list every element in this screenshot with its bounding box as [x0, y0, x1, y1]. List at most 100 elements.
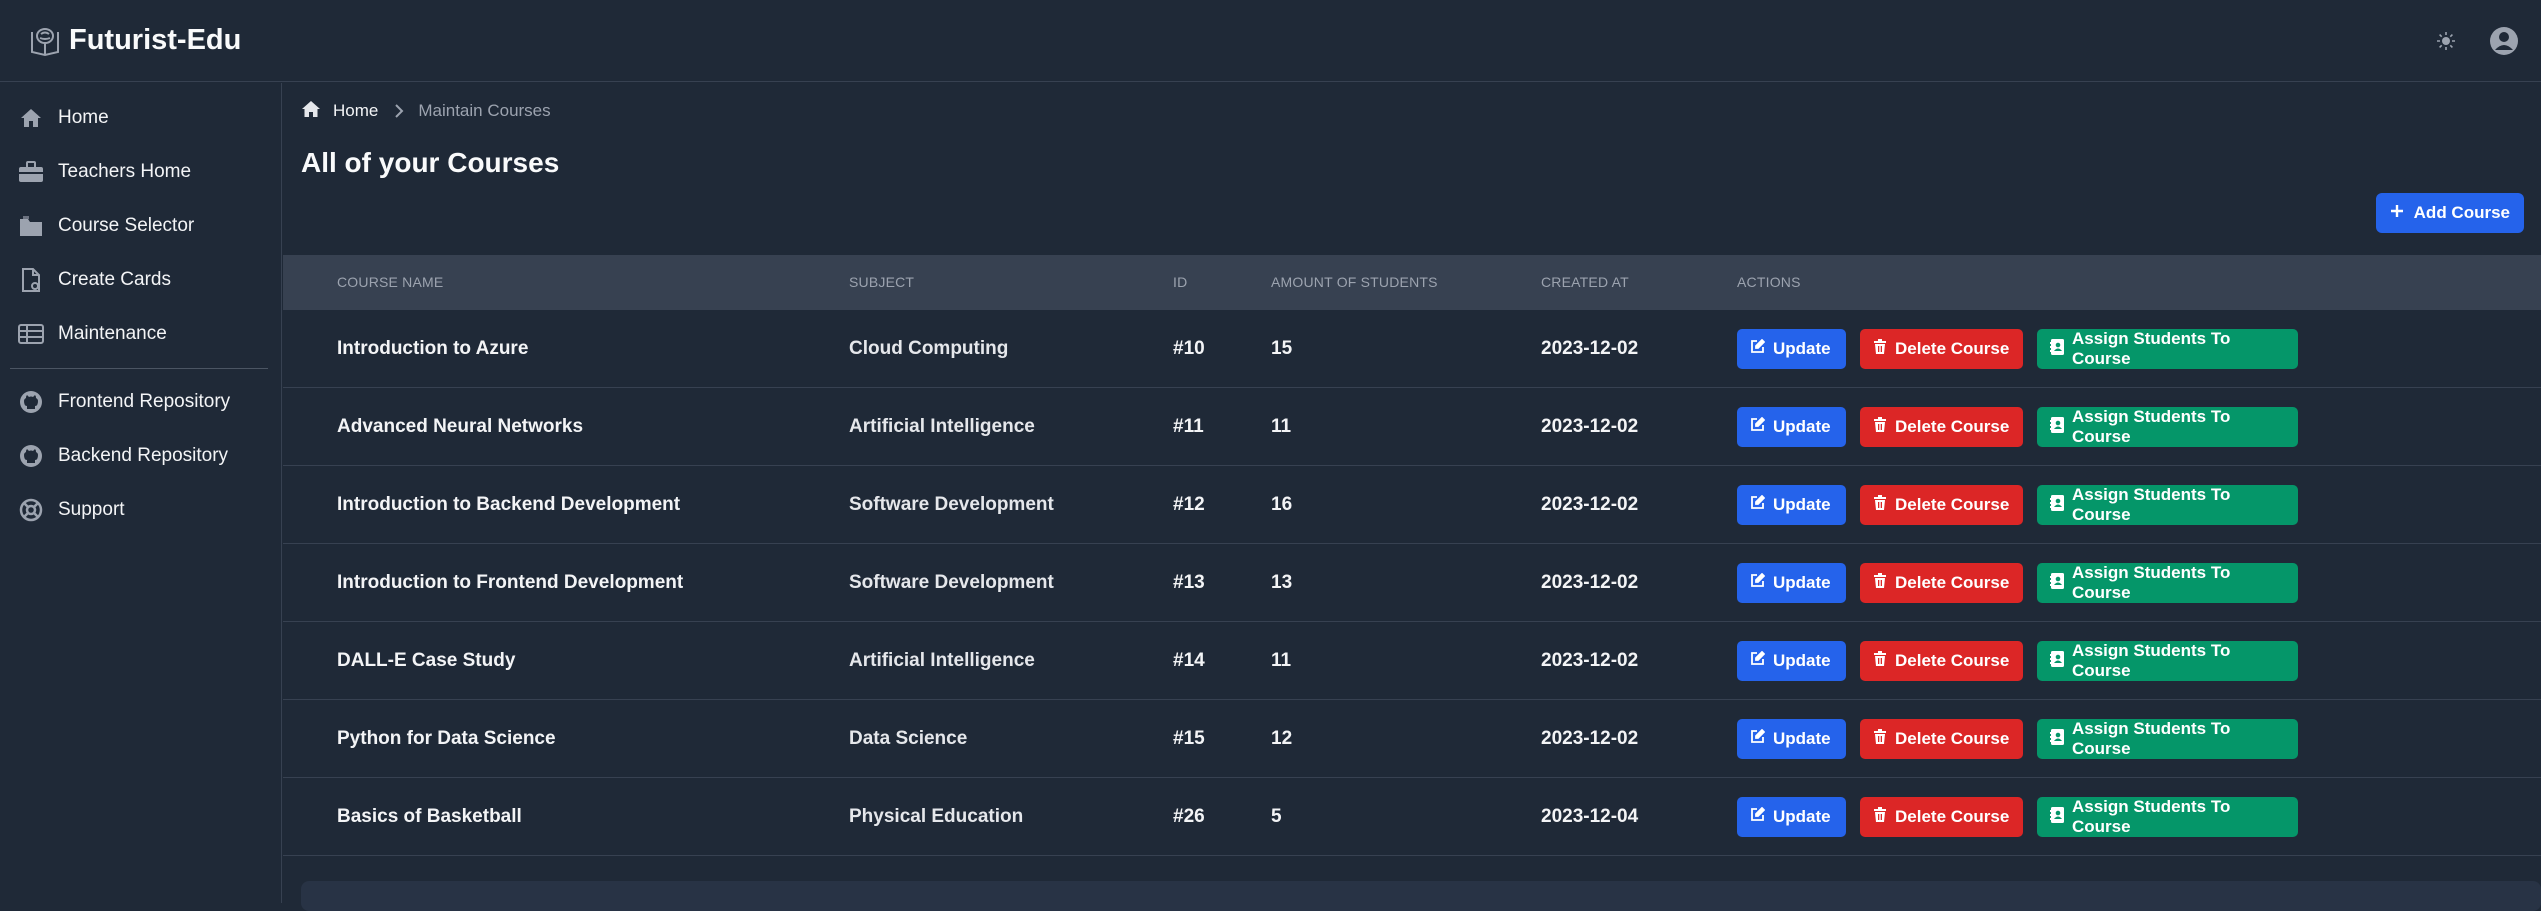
- subject-cell: Artificial Intelligence: [849, 416, 1035, 437]
- students-cell: 11: [1271, 416, 1292, 437]
- assign-students-button[interactable]: Assign Students To Course: [2037, 407, 2298, 447]
- edit-icon: [1750, 416, 1766, 437]
- assign-label: Assign Students To Course: [2072, 719, 2231, 758]
- created-at-cell: 2023-12-02: [1541, 338, 1639, 359]
- update-button[interactable]: Update: [1737, 407, 1846, 447]
- delete-course-button[interactable]: Delete Course: [1860, 641, 2023, 681]
- brain-book-icon: [27, 23, 63, 59]
- plus-icon: [2390, 203, 2404, 223]
- id-cell: #10: [1173, 338, 1205, 359]
- table-row: Introduction to Backend Development Soft…: [283, 466, 2541, 544]
- update-button[interactable]: Update: [1737, 563, 1846, 603]
- id-cell: #14: [1173, 650, 1205, 671]
- course-name-cell: Introduction to Frontend Development: [337, 572, 684, 593]
- assign-label: Assign Students To Course: [2072, 641, 2231, 680]
- assign-label: Assign Students To Course: [2072, 797, 2231, 836]
- brand[interactable]: Futurist-Edu: [27, 23, 241, 59]
- sidebar-item-course-selector[interactable]: Course Selector: [0, 201, 282, 251]
- contact-book-icon: [2050, 416, 2064, 438]
- assign-label: Assign Students To Course: [2072, 329, 2231, 368]
- assign-students-button[interactable]: Assign Students To Course: [2037, 719, 2298, 759]
- assign-students-button[interactable]: Assign Students To Course: [2037, 485, 2298, 525]
- column-header-created-at: Created At: [1541, 274, 1629, 290]
- delete-course-button[interactable]: Delete Course: [1860, 407, 2023, 447]
- update-label: Update: [1773, 651, 1831, 670]
- delete-course-button[interactable]: Delete Course: [1860, 563, 2023, 603]
- update-button[interactable]: Update: [1737, 485, 1846, 525]
- delete-course-button[interactable]: Delete Course: [1860, 329, 2023, 369]
- created-at-cell: 2023-12-02: [1541, 416, 1639, 437]
- app-name: Futurist-Edu: [69, 24, 242, 56]
- sidebar-item-frontend-repository[interactable]: Frontend Repository: [0, 377, 282, 427]
- subject-cell: Software Development: [849, 494, 1054, 515]
- home-icon[interactable]: [301, 100, 321, 123]
- sidebar-item-teachers-home[interactable]: Teachers Home: [0, 147, 282, 197]
- sidebar-item-label: Teachers Home: [58, 161, 192, 182]
- sidebar-item-support[interactable]: Support: [0, 485, 282, 535]
- table-body: Introduction to Azure Cloud Computing #1…: [283, 310, 2541, 856]
- user-avatar-icon[interactable]: [2487, 24, 2521, 58]
- breadcrumb-home[interactable]: Home: [333, 101, 378, 121]
- contact-book-icon: [2050, 728, 2064, 750]
- sidebar-item-backend-repository[interactable]: Backend Repository: [0, 431, 282, 481]
- update-button[interactable]: Update: [1737, 329, 1846, 369]
- assign-students-button[interactable]: Assign Students To Course: [2037, 329, 2298, 369]
- delete-label: Delete Course: [1895, 573, 2010, 592]
- delete-course-button[interactable]: Delete Course: [1860, 797, 2023, 837]
- delete-label: Delete Course: [1895, 807, 2010, 826]
- course-name-cell: Python for Data Science: [337, 728, 556, 749]
- contact-book-icon: [2050, 494, 2064, 516]
- trash-icon: [1873, 495, 1887, 515]
- column-header-amount-of-students: Amount of Students: [1271, 274, 1438, 290]
- students-cell: 5: [1271, 806, 1282, 827]
- update-button[interactable]: Update: [1737, 719, 1846, 759]
- subject-cell: Artificial Intelligence: [849, 650, 1035, 671]
- sidebar-item-maintenance[interactable]: Maintenance: [0, 309, 282, 359]
- trash-icon: [1873, 573, 1887, 593]
- assign-students-button[interactable]: Assign Students To Course: [2037, 641, 2298, 681]
- breadcrumb: Home Maintain Courses: [301, 99, 551, 123]
- created-at-cell: 2023-12-02: [1541, 572, 1639, 593]
- trash-icon: [1873, 417, 1887, 437]
- delete-label: Delete Course: [1895, 729, 2010, 748]
- delete-course-button[interactable]: Delete Course: [1860, 719, 2023, 759]
- sidebar-divider: [10, 368, 268, 369]
- table-row: Introduction to Frontend Development Sof…: [283, 544, 2541, 622]
- table-row: DALL-E Case Study Artificial Intelligenc…: [283, 622, 2541, 700]
- students-cell: 13: [1271, 572, 1293, 593]
- sidebar-item-label: Backend Repository: [58, 445, 229, 466]
- update-label: Update: [1773, 495, 1831, 514]
- update-label: Update: [1773, 807, 1831, 826]
- lifebuoy-icon: [18, 497, 44, 523]
- column-header-id: ID: [1173, 274, 1188, 290]
- trash-icon: [1873, 651, 1887, 671]
- sidebar-item-label: Home: [58, 107, 109, 128]
- students-cell: 16: [1271, 494, 1293, 515]
- id-cell: #15: [1173, 728, 1205, 749]
- main-content: Home Maintain Courses All of your Course…: [283, 83, 2541, 911]
- sun-icon[interactable]: [2429, 24, 2463, 58]
- assign-students-button[interactable]: Assign Students To Course: [2037, 563, 2298, 603]
- update-button[interactable]: Update: [1737, 641, 1846, 681]
- row-actions: Update Delete Course Assign Students To …: [1737, 797, 2298, 837]
- delete-course-button[interactable]: Delete Course: [1860, 485, 2023, 525]
- students-cell: 12: [1271, 728, 1293, 749]
- chevron-right-icon: [394, 104, 404, 118]
- edit-icon: [1750, 650, 1766, 671]
- trash-icon: [1873, 339, 1887, 359]
- sidebar-item-home[interactable]: Home: [0, 93, 282, 143]
- subject-cell: Cloud Computing: [849, 338, 1009, 359]
- update-button[interactable]: Update: [1737, 797, 1846, 837]
- table-row: Advanced Neural Networks Artificial Inte…: [283, 388, 2541, 466]
- top-bar: Futurist-Edu: [0, 0, 2541, 82]
- add-course-button[interactable]: Add Course: [2375, 193, 2524, 233]
- edit-icon: [1750, 806, 1766, 827]
- update-label: Update: [1773, 573, 1831, 592]
- table-row: Python for Data Science Data Science #15…: [283, 700, 2541, 778]
- delete-label: Delete Course: [1895, 651, 2010, 670]
- sidebar-item-create-cards[interactable]: Create Cards: [0, 255, 282, 305]
- assign-students-button[interactable]: Assign Students To Course: [2037, 797, 2298, 837]
- course-name-cell: Advanced Neural Networks: [337, 416, 584, 437]
- id-cell: #26: [1173, 806, 1205, 827]
- github-icon: [18, 389, 44, 415]
